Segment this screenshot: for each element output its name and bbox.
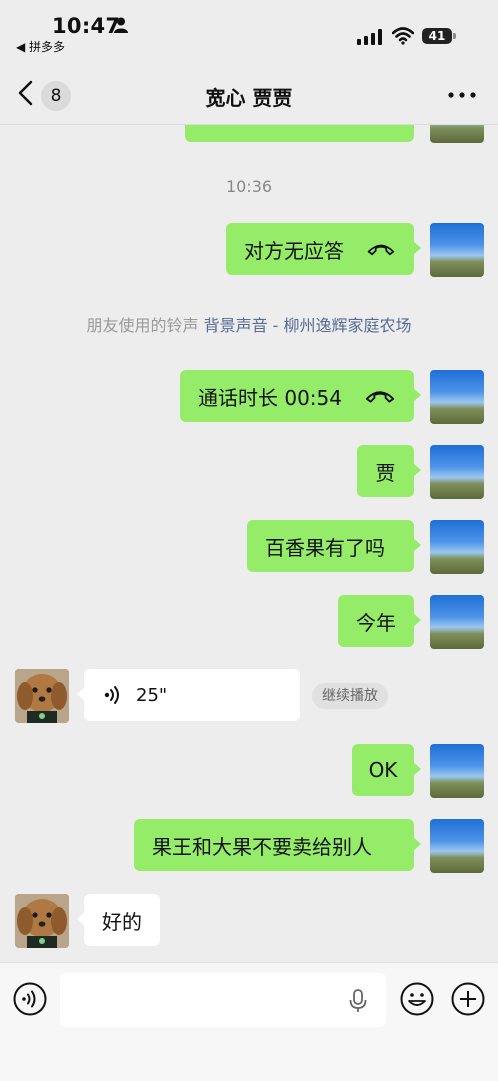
chat-title: 宽心 贾贾 xyxy=(205,86,293,110)
message-bubble[interactable]: OK xyxy=(352,744,421,796)
message-text: OK xyxy=(368,758,398,782)
call-status-text: 对方无应答 xyxy=(244,238,344,263)
message-text: 今年 xyxy=(356,610,396,635)
message-bubble[interactable]: 果王和大果不要卖给别人 xyxy=(134,819,421,871)
ringtone-link[interactable]: 背景声音 - 柳州逸辉家庭农场 xyxy=(204,316,412,335)
voice-duration: 25" xyxy=(136,684,168,706)
voice-input-icon[interactable] xyxy=(13,982,47,1016)
my-avatar[interactable] xyxy=(430,445,484,499)
chat-message-list[interactable]: 10:36 对方无应答 朋友使用的铃声 背景声音 - 柳州逸辉家庭农场 通话时长… xyxy=(0,124,498,962)
call-duration-bubble[interactable]: 通话时长 00:54 xyxy=(180,370,421,422)
voice-message-bubble[interactable]: 25" xyxy=(77,669,300,721)
signal-icon xyxy=(357,29,382,45)
message-text: 百香果有了吗 xyxy=(265,535,385,560)
my-avatar[interactable] xyxy=(430,595,484,649)
message-text: 果王和大果不要卖给别人 xyxy=(152,834,372,859)
message-bubble[interactable]: 好的 xyxy=(77,894,160,946)
message-input[interactable] xyxy=(60,973,386,1027)
my-avatar[interactable] xyxy=(430,744,484,798)
person-icon xyxy=(114,17,128,33)
battery-nub xyxy=(453,33,456,39)
ringtone-notice: 朋友使用的铃声 背景声音 - 柳州逸辉家庭农场 xyxy=(0,312,498,336)
continue-play-button[interactable]: 继续播放 xyxy=(312,683,388,709)
message-bubble[interactable]: 贾 xyxy=(357,445,421,497)
my-avatar[interactable] xyxy=(430,124,484,143)
chat-input-bar xyxy=(0,962,498,1081)
message-bubble[interactable]: 今年 xyxy=(338,595,421,647)
message-text: 贾 xyxy=(375,460,396,485)
mic-icon[interactable] xyxy=(348,989,368,1013)
back-to-app-link[interactable]: ◀ 拼多多 xyxy=(16,38,65,55)
more-icon[interactable] xyxy=(448,92,476,98)
ringtone-prefix: 朋友使用的铃声 xyxy=(86,316,204,335)
voice-wave-icon xyxy=(104,686,119,704)
plus-icon[interactable] xyxy=(451,982,485,1016)
my-avatar[interactable] xyxy=(430,370,484,424)
my-avatar[interactable] xyxy=(430,520,484,574)
wifi-icon xyxy=(392,27,414,45)
battery-indicator: 41 xyxy=(422,28,452,44)
status-time: 10:47 xyxy=(52,14,121,38)
call-no-answer-bubble[interactable]: 对方无应答 xyxy=(226,223,421,275)
my-avatar[interactable] xyxy=(430,223,484,277)
dog-avatar-image xyxy=(15,669,69,723)
my-avatar[interactable] xyxy=(430,819,484,873)
emoji-icon[interactable] xyxy=(400,982,434,1016)
chat-header: 8 宽心 贾贾 xyxy=(0,60,498,125)
contact-avatar[interactable] xyxy=(15,894,69,948)
call-end-icon xyxy=(367,244,395,256)
contact-avatar[interactable] xyxy=(15,669,69,723)
message-bubble[interactable]: 百香果有了吗 xyxy=(247,520,421,572)
message-bubble-partial[interactable] xyxy=(185,124,414,142)
call-duration-text: 通话时长 00:54 xyxy=(198,385,342,410)
call-end-icon xyxy=(365,391,395,403)
message-text: 好的 xyxy=(102,909,142,934)
message-timestamp: 10:36 xyxy=(225,177,273,196)
status-bar: 10:47 ◀ 拼多多 41 xyxy=(0,0,498,60)
dog-avatar-image xyxy=(15,894,69,948)
